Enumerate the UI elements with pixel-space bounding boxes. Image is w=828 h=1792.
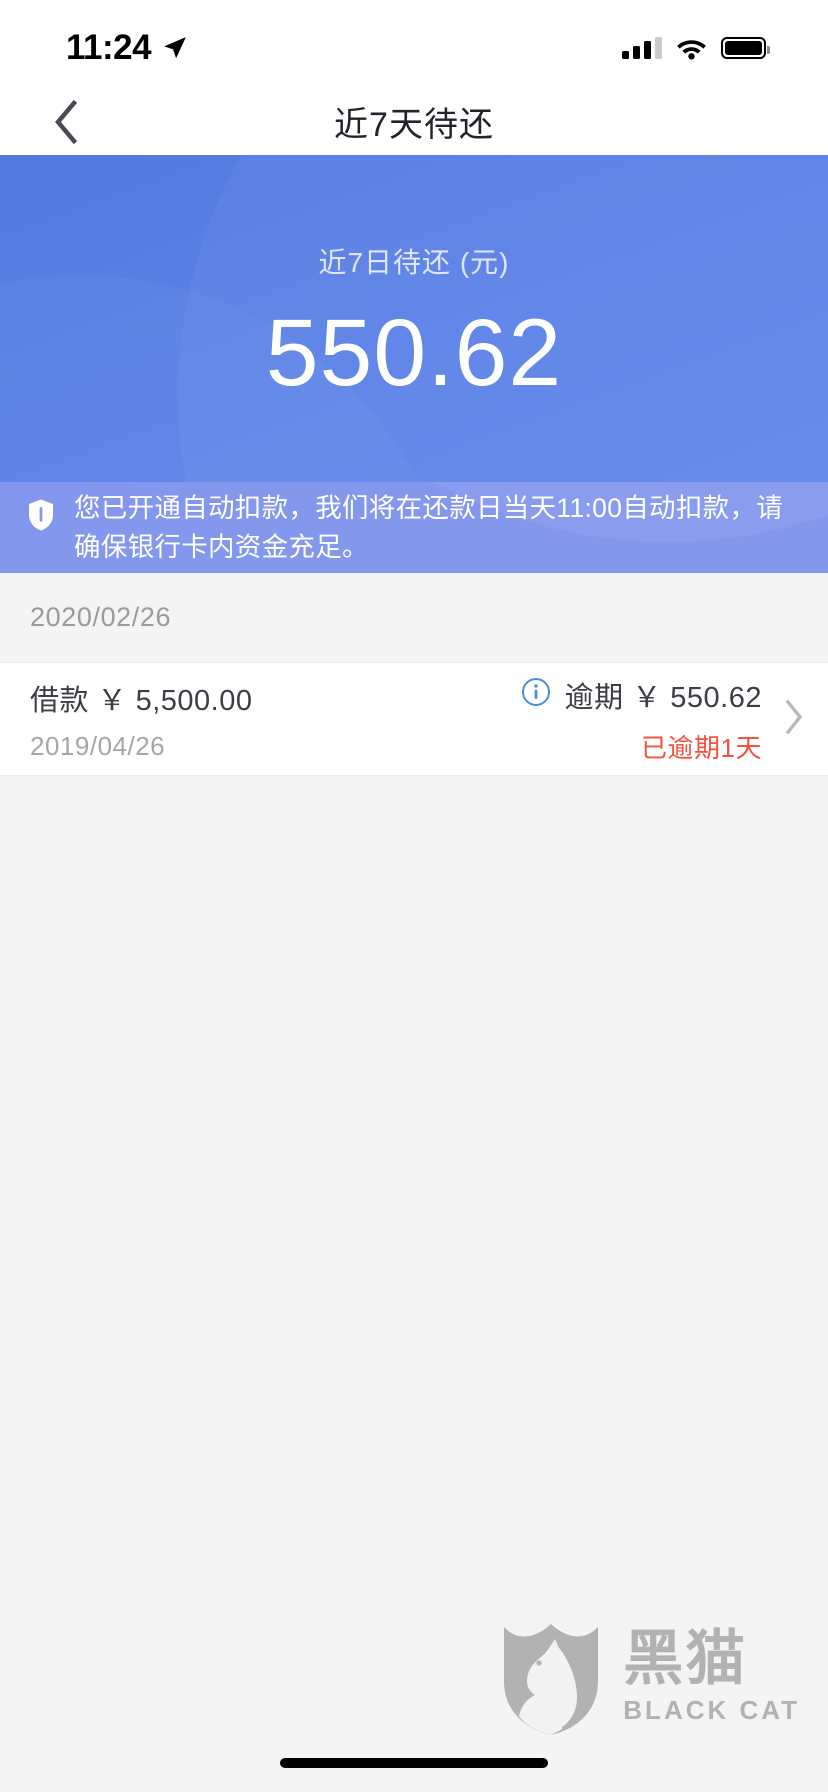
location-arrow-icon bbox=[164, 37, 186, 59]
nav-bar: 近7天待还 bbox=[0, 88, 828, 155]
home-indicator[interactable] bbox=[280, 1758, 548, 1768]
watermark-name-en: BLACK CAT bbox=[623, 1694, 800, 1725]
loan-date-label: 2019/04/26 bbox=[30, 730, 166, 761]
status-bar-time-group: 11:24 bbox=[66, 28, 188, 68]
info-circle-icon[interactable] bbox=[521, 677, 551, 712]
status-bar-indicators bbox=[622, 36, 770, 60]
overdue-amount-label: 逾期 ￥ 550.62 bbox=[564, 681, 762, 714]
back-button[interactable] bbox=[28, 88, 104, 155]
summary-hero: 近7日待还 (元) 550.62 bbox=[0, 155, 828, 482]
loan-amount-label: 借款 ￥ 5,500.00 bbox=[30, 684, 253, 717]
hero-amount: 550.62 bbox=[265, 300, 563, 406]
chevron-right-icon[interactable] bbox=[784, 699, 804, 740]
section-date-label: 2020/02/26 bbox=[30, 602, 172, 632]
black-cat-shield-logo bbox=[504, 1624, 599, 1735]
watermark-name-cn: 黑猫 bbox=[623, 1625, 748, 1693]
cellular-signal-icon bbox=[622, 37, 662, 59]
repayment-list-row[interactable]: 借款 ￥ 5,500.00 2019/04/26 逾期 ￥ 550.62 已逾期… bbox=[0, 663, 828, 776]
watermark-text: 黑猫 BLACK CAT bbox=[623, 1625, 800, 1726]
auto-debit-notice-text: 您已开通自动扣款，我们将在还款日当天11:00自动扣款，请确保银行卡内资金充足。 bbox=[74, 493, 784, 562]
section-header-date: 2020/02/26 bbox=[0, 573, 828, 663]
auto-debit-notice-banner: 您已开通自动扣款，我们将在还款日当天11:00自动扣款，请确保银行卡内资金充足。 bbox=[0, 482, 828, 573]
watermark: 黑猫 BLACK CAT bbox=[501, 1619, 800, 1737]
phone-screen: 11:24 近7天待还 近7日待还 (元) 550.62 您已开通自动扣款，我们… bbox=[0, 0, 828, 1792]
wifi-icon bbox=[677, 40, 706, 60]
page-title: 近7天待还 bbox=[334, 106, 494, 144]
status-amount-line: 逾期 ￥ 550.62 bbox=[521, 674, 762, 716]
row-left-column: 借款 ￥ 5,500.00 2019/04/26 bbox=[30, 677, 253, 762]
chevron-left-icon bbox=[55, 99, 78, 144]
hero-content: 近7日待还 (元) 550.62 bbox=[0, 155, 828, 482]
shield-icon bbox=[28, 499, 54, 536]
overdue-days-badge: 已逾期1天 bbox=[641, 732, 762, 763]
status-bar: 11:24 bbox=[0, 0, 828, 88]
battery-full-icon bbox=[721, 37, 770, 59]
hero-label: 近7日待还 (元) bbox=[318, 247, 510, 278]
status-bar-clock: 11:24 bbox=[66, 28, 152, 67]
row-right-column: 逾期 ￥ 550.62 已逾期1天 bbox=[521, 674, 762, 765]
